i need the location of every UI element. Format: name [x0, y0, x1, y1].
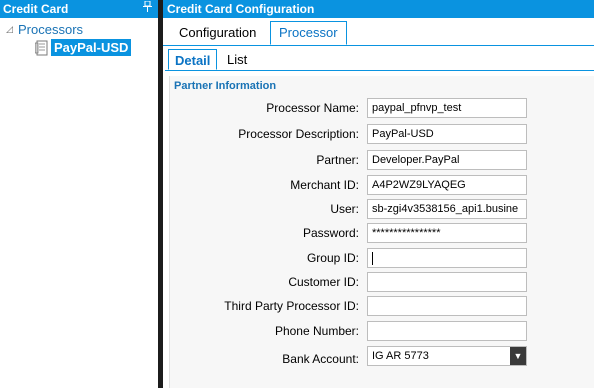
third-party-processor-id-label: Third Party Processor ID:	[224, 299, 359, 313]
tab-bar: Configuration Processor	[163, 20, 594, 46]
user-value: sb-zgi4v3538156_api1.busine	[372, 203, 519, 215]
right-pane-header: Credit Card Configuration	[163, 0, 594, 18]
left-pane-title: Credit Card	[3, 2, 69, 16]
processor-name-label: Processor Name:	[266, 101, 359, 115]
processor-name-field[interactable]: paypal_pfnvp_test	[367, 98, 527, 118]
subtab-detail[interactable]: Detail	[168, 49, 218, 70]
processor-description-label: Processor Description:	[238, 127, 359, 141]
user-field[interactable]: sb-zgi4v3538156_api1.busine	[367, 199, 527, 219]
tab-processor[interactable]: Processor	[270, 21, 347, 45]
document-icon	[35, 40, 49, 56]
tree-node-paypal-usd[interactable]: PayPal-USD	[35, 39, 132, 56]
text-caret	[372, 251, 373, 265]
phone-number-field[interactable]	[367, 321, 527, 341]
customer-id-field[interactable]	[367, 272, 527, 292]
tab-configuration-label: Configuration	[179, 25, 257, 40]
subtab-list-label: List	[227, 52, 248, 67]
merchant-id-label: Merchant ID:	[290, 178, 359, 192]
password-value: ****************	[372, 227, 441, 239]
customer-id-label: Customer ID:	[288, 275, 359, 289]
third-party-processor-id-field[interactable]	[367, 296, 527, 316]
partner-label: Partner:	[316, 153, 359, 167]
bank-account-label: Bank Account:	[282, 352, 359, 366]
subtab-list[interactable]: List	[221, 49, 253, 70]
right-pane-title: Credit Card Configuration	[167, 2, 315, 16]
partner-information-form: Partner Information Processor Name: payp…	[169, 76, 594, 388]
partner-value: Developer.PayPal	[372, 154, 460, 166]
section-title: Partner Information	[174, 80, 277, 92]
bank-account-select[interactable]: IG AR 5773 ▼	[367, 346, 527, 366]
tab-processor-label: Processor	[279, 25, 338, 40]
user-label: User:	[330, 202, 359, 216]
processor-name-value: paypal_pfnvp_test	[372, 102, 462, 114]
pin-icon[interactable]	[143, 0, 152, 18]
bank-account-value: IG AR 5773	[372, 350, 429, 362]
phone-number-label: Phone Number:	[274, 324, 359, 338]
right-pane: Credit Card Configuration Configuration …	[163, 0, 594, 388]
subtab-detail-label: Detail	[175, 53, 211, 68]
merchant-id-field[interactable]: A4P2WZ9LYAQEG	[367, 175, 527, 195]
tree-node-paypal-usd-label: PayPal-USD	[51, 39, 132, 56]
processor-description-field[interactable]: PayPal-USD	[367, 124, 527, 144]
left-pane: Credit Card ◿ Processors PayPal-USD	[0, 0, 159, 388]
tree-node-processors-label: Processors	[18, 22, 84, 37]
chevron-down-icon[interactable]: ▼	[510, 347, 526, 365]
tree-collapse-icon[interactable]: ◿	[6, 24, 14, 35]
processor-description-value: PayPal-USD	[372, 128, 434, 140]
password-field[interactable]: ****************	[367, 223, 527, 243]
group-id-label: Group ID:	[306, 251, 359, 265]
tree-node-processors[interactable]: ◿ Processors	[6, 22, 83, 37]
tab-configuration[interactable]: Configuration	[171, 22, 264, 44]
group-id-field[interactable]	[367, 248, 527, 268]
password-label: Password:	[302, 226, 359, 240]
left-pane-header: Credit Card	[0, 0, 158, 18]
merchant-id-value: A4P2WZ9LYAQEG	[372, 179, 466, 191]
partner-field[interactable]: Developer.PayPal	[367, 150, 527, 170]
subtab-bar: Detail List	[165, 48, 594, 71]
